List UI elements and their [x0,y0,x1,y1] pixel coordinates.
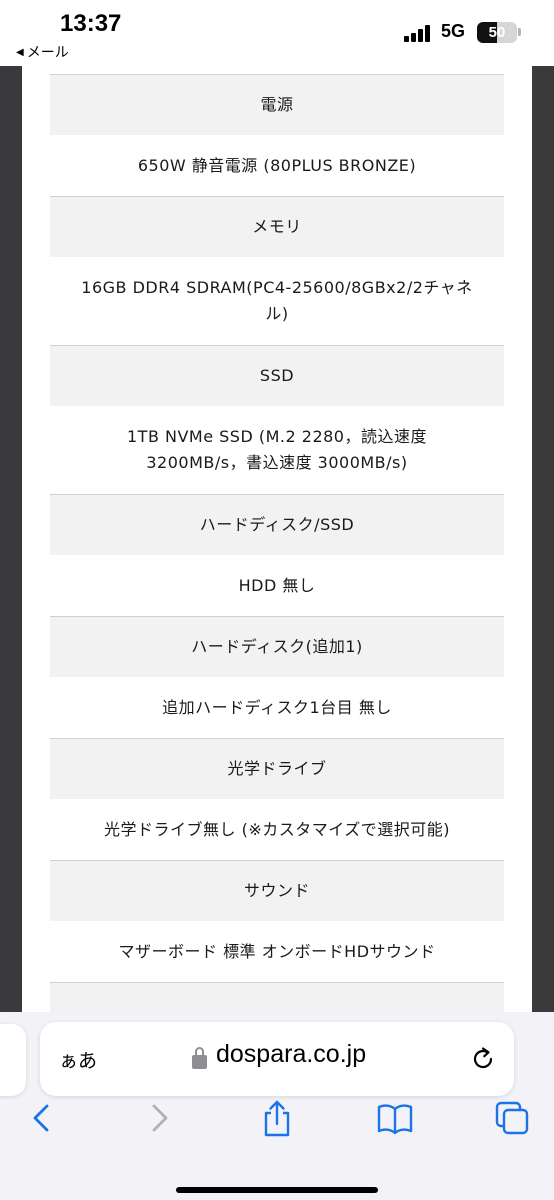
bookmarks-icon[interactable] [375,1098,415,1138]
spec-table: 電源 650W 静音電源 (80PLUS BRONZE) メモリ 16GB DD… [50,74,504,1012]
spec-label: メモリ [50,196,504,257]
back-triangle-icon: ◀ [16,46,24,58]
share-icon[interactable] [257,1098,297,1138]
reload-icon[interactable] [468,1044,498,1074]
spec-label-cutoff [50,982,504,1012]
spec-value: 追加ハードディスク1台目 無し [50,677,504,738]
spec-label: ハードディスク(追加1) [50,616,504,677]
network-type: 5G [441,21,466,41]
browser-toolbar: ぁあ dospara.co.jp [0,1012,554,1200]
spec-label: ハードディスク/SSD [50,494,504,555]
back-to-app-link[interactable]: ◀ メール [16,42,69,62]
forward-icon[interactable] [140,1098,180,1138]
spec-value: 光学ドライブ無し (※カスタマイズで選択可能) [50,799,504,860]
lock-icon [192,1047,207,1069]
battery-level: 50 [488,24,506,41]
previous-tab-preview[interactable] [0,1024,26,1096]
url-domain[interactable]: dospara.co.jp [216,1040,366,1069]
spec-value: 1TB NVMe SSD (M.2 2280，読込速度 3200MB/s，書込速… [50,406,504,494]
address-bar[interactable]: ぁあ dospara.co.jp [40,1022,514,1096]
status-bar: 13:37 ◀ メール 5G 50 [0,0,554,66]
spec-label: サウンド [50,860,504,921]
spec-label: 光学ドライブ [50,738,504,799]
back-app-label: メール [26,45,69,61]
spec-value: HDD 無し [50,555,504,616]
battery-tip [518,28,521,36]
page-settings-button[interactable]: ぁあ [59,1046,97,1073]
spec-value: 16GB DDR4 SDRAM(PC4-25600/8GBx2/2チャネル) [50,257,504,345]
back-icon[interactable] [21,1098,61,1138]
cellular-signal-icon [404,24,434,42]
tabs-icon[interactable] [492,1098,532,1138]
spec-label: 電源 [50,74,504,135]
spec-label: SSD [50,345,504,406]
web-page[interactable]: 電源 650W 静音電源 (80PLUS BRONZE) メモリ 16GB DD… [22,66,532,1012]
spec-value: 650W 静音電源 (80PLUS BRONZE) [50,135,504,196]
status-time: 13:37 [60,10,122,37]
home-indicator [176,1187,378,1193]
battery-icon: 50 [477,22,517,43]
spec-value: マザーボード 標準 オンボードHDサウンド [50,921,504,982]
